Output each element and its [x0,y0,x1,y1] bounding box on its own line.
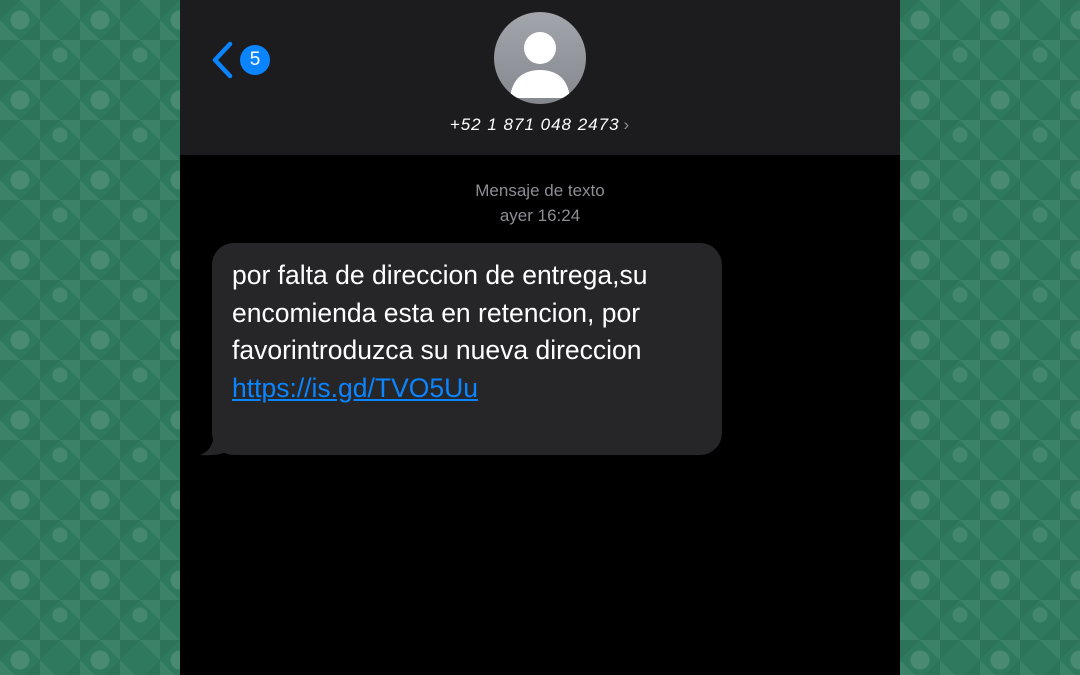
chevron-left-icon [212,41,233,79]
message-bubble[interactable]: por falta de direccion de entrega,su enc… [212,243,722,455]
conversation-header: 5 +52 1 871 048 2473 › [180,0,900,155]
message-type-label: Mensaje de texto [475,181,605,200]
person-avatar-icon [510,32,570,98]
chevron-right-icon: › [623,115,631,134]
message-timestamp: ayer 16:24 [499,206,581,225]
contact-name-text: +52 1 871 048 2473 [449,115,620,134]
message-link[interactable]: https://is.gd/TVO5Uu [232,373,478,403]
unread-count-badge: 5 [240,45,270,75]
wallpaper-right [900,0,1080,675]
message-text: por falta de direccion de entrega,su enc… [232,260,648,365]
contact-name[interactable]: +52 1 871 048 2473 › [180,115,900,135]
avatar[interactable] [494,12,586,104]
wallpaper-left [0,0,180,675]
messages-screen: 5 +52 1 871 048 2473 › Mensaje de texto a… [180,0,900,675]
message-meta: Mensaje de texto ayer 16:24 [180,178,900,228]
back-button[interactable]: 5 [210,38,270,82]
